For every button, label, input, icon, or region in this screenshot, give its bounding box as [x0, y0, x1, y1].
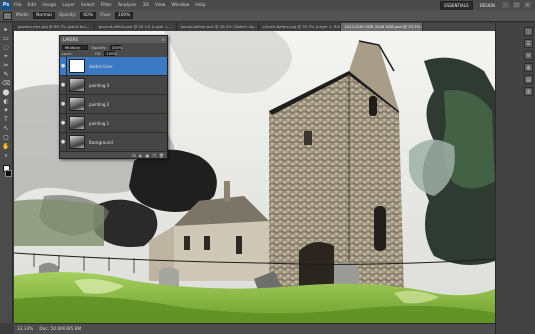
shape-tool-icon[interactable]: ▢	[2, 134, 11, 141]
visibility-eye-icon[interactable]: ●	[60, 94, 67, 114]
opacity-label: Opacity:	[58, 13, 77, 18]
panel-history-icon[interactable]: ☰	[524, 39, 533, 48]
flow-field[interactable]: 100%	[114, 12, 134, 19]
hand-tool-icon[interactable]: ✋	[2, 143, 11, 150]
minimize-button[interactable]: –	[502, 2, 509, 8]
maximize-button[interactable]: □	[513, 2, 520, 8]
crop-tool-icon[interactable]: ✂	[2, 62, 11, 69]
marquee-tool-icon[interactable]: ▭	[2, 35, 11, 42]
options-bar: Mode: Normal Opacity: 60% Flow: 100%	[0, 10, 535, 22]
eraser-tool-icon[interactable]: ⌫	[2, 80, 11, 87]
panel-channels-icon[interactable]: ▤	[524, 75, 533, 84]
workspace-design-button[interactable]: DESIGN	[477, 2, 498, 9]
dodge-tool-icon[interactable]: ◐	[2, 98, 11, 105]
layer-thumbnail	[69, 97, 85, 111]
right-panel-dock: ◫ ☰ ≋ ◍ ▤ ▥	[495, 23, 535, 334]
fill-field[interactable]: 100%	[104, 50, 117, 56]
menu-select[interactable]: Select	[78, 3, 98, 8]
layers-panel: LAYERS × Multiply Opacity: 100% Lock: Fi…	[59, 35, 168, 159]
menu-file[interactable]: File	[11, 3, 25, 8]
layer-name: sketch lines	[89, 63, 113, 69]
document-info: Doc: 50.6M/385.8M	[39, 326, 82, 332]
menu-window[interactable]: Window	[169, 3, 193, 8]
adjustment-layer-icon[interactable]: ◐	[139, 153, 143, 158]
document-tabs: gazebo tree.jpg @ 66.7% (paint bru... gr…	[14, 23, 495, 31]
close-window-button[interactable]: ×	[524, 2, 531, 8]
doc-tab[interactable]: church-before.jpg @ 33.3% (Layer 1, RGB.…	[258, 23, 341, 31]
panel-color-icon[interactable]: ◍	[524, 63, 533, 72]
pen-tool-icon[interactable]: ✦	[2, 107, 11, 114]
menu-filter[interactable]: Filter	[98, 3, 115, 8]
mode-select[interactable]: Normal	[33, 12, 55, 19]
zoom-level[interactable]: 33.33%	[17, 327, 33, 332]
trash-icon[interactable]: 🗑	[159, 153, 164, 158]
doc-tab[interactable]: gazebo tree.jpg @ 66.7% (paint bru...	[14, 23, 95, 31]
layer-row-painting-1[interactable]: ● painting 1	[60, 113, 167, 133]
flow-label: Flow:	[99, 13, 111, 18]
photoshop-logo-icon: Ps	[1, 0, 11, 10]
close-icon[interactable]: ×	[162, 37, 165, 42]
layers-panel-header[interactable]: LAYERS ×	[60, 36, 167, 43]
workspace-essentials-button[interactable]: ESSENTIALS	[440, 0, 473, 10]
doc-tab[interactable]: ground-effect.psd @ 50.1% (Layer 1, ...	[94, 23, 177, 31]
zoom-tool-icon[interactable]: ⌕	[2, 152, 11, 159]
visibility-eye-icon[interactable]: ●	[60, 132, 67, 152]
panel-paths-icon[interactable]: ▥	[524, 87, 533, 96]
layer-row-sketch-lines[interactable]: ● sketch lines	[60, 56, 167, 76]
blend-mode-select[interactable]: Multiply	[62, 44, 88, 50]
layer-row-painting-3[interactable]: ● painting 3	[60, 75, 167, 95]
doc-tab-active[interactable]: 20121030 HDR 2046 HDR.psd @ 33.3% (sketc…	[340, 23, 423, 31]
background-color-swatch[interactable]	[4, 170, 12, 177]
toolbox: ▸ ▭ ◌ ⌖ ✂ ✎ ⌫ ⬤ ◐ ✦ T ↖ ▢ ✋ ⌕	[0, 23, 13, 323]
brush-tool-icon[interactable]: ✎	[2, 71, 11, 78]
mode-label: Mode:	[16, 13, 30, 18]
layer-opacity-field[interactable]: 100%	[109, 44, 122, 50]
lasso-tool-icon[interactable]: ◌	[2, 44, 11, 51]
path-select-tool-icon[interactable]: ↖	[2, 125, 11, 132]
panel-navigator-icon[interactable]: ◫	[524, 27, 533, 36]
layer-name: Background	[89, 139, 113, 145]
workspace-switcher: ESSENTIALS DESIGN – □ ×	[440, 0, 535, 10]
visibility-eye-icon[interactable]: ●	[60, 113, 67, 133]
opacity-field[interactable]: 60%	[80, 12, 96, 19]
panel-brush-icon[interactable]: ≋	[524, 51, 533, 60]
layer-thumbnail	[69, 135, 85, 149]
visibility-eye-icon[interactable]: ●	[60, 56, 67, 76]
layers-panel-title: LAYERS	[63, 37, 79, 42]
move-tool-icon[interactable]: ▸	[2, 26, 11, 33]
menu-bar: Ps File Edit Image Layer Select Filter A…	[0, 0, 535, 10]
paint-bucket-tool-icon[interactable]: ⬤	[2, 89, 11, 96]
visibility-eye-icon[interactable]: ●	[60, 75, 67, 95]
menu-edit[interactable]: Edit	[25, 3, 40, 8]
menu-image[interactable]: Image	[39, 3, 59, 8]
layer-thumbnail	[69, 78, 85, 92]
layer-name: painting 2	[89, 101, 110, 107]
layer-row-painting-2[interactable]: ● painting 2	[60, 94, 167, 114]
layer-name: painting 3	[89, 82, 110, 88]
layer-effects-icon[interactable]: fx	[132, 153, 136, 158]
layer-opacity-label: Opacity:	[91, 44, 107, 50]
menu-view[interactable]: View	[152, 3, 169, 8]
menu-analysis[interactable]: Analysis	[115, 3, 140, 8]
layer-thumbnail	[69, 59, 85, 73]
menu-3d[interactable]: 3D	[139, 3, 151, 8]
menu-help[interactable]: Help	[192, 3, 208, 8]
menu-layer[interactable]: Layer	[59, 3, 78, 8]
fill-label: Fill:	[94, 50, 102, 56]
brush-preset-icon[interactable]	[3, 11, 12, 20]
lock-label: Lock:	[62, 50, 72, 56]
quick-select-tool-icon[interactable]: ⌖	[2, 53, 11, 60]
type-tool-icon[interactable]: T	[2, 116, 11, 123]
layer-row-background[interactable]: ● Background	[60, 132, 167, 152]
layers-panel-footer: fx ◐ ▣ ❐ 🗑	[60, 152, 167, 158]
layer-name: painting 1	[89, 120, 110, 126]
new-layer-icon[interactable]: ❐	[152, 153, 156, 158]
new-group-icon[interactable]: ▣	[146, 153, 150, 158]
layer-thumbnail	[69, 116, 85, 130]
status-bar: 33.33% Doc: 50.6M/385.8M	[14, 323, 495, 334]
dock-icon-strip: ◫ ☰ ≋ ◍ ▤ ▥	[524, 27, 533, 96]
layers-controls: Multiply Opacity: 100% Lock: Fill: 100%	[60, 43, 167, 57]
doc-tab[interactable]: house-before.psd @ 28.5% (Sketch lay...	[176, 23, 259, 31]
